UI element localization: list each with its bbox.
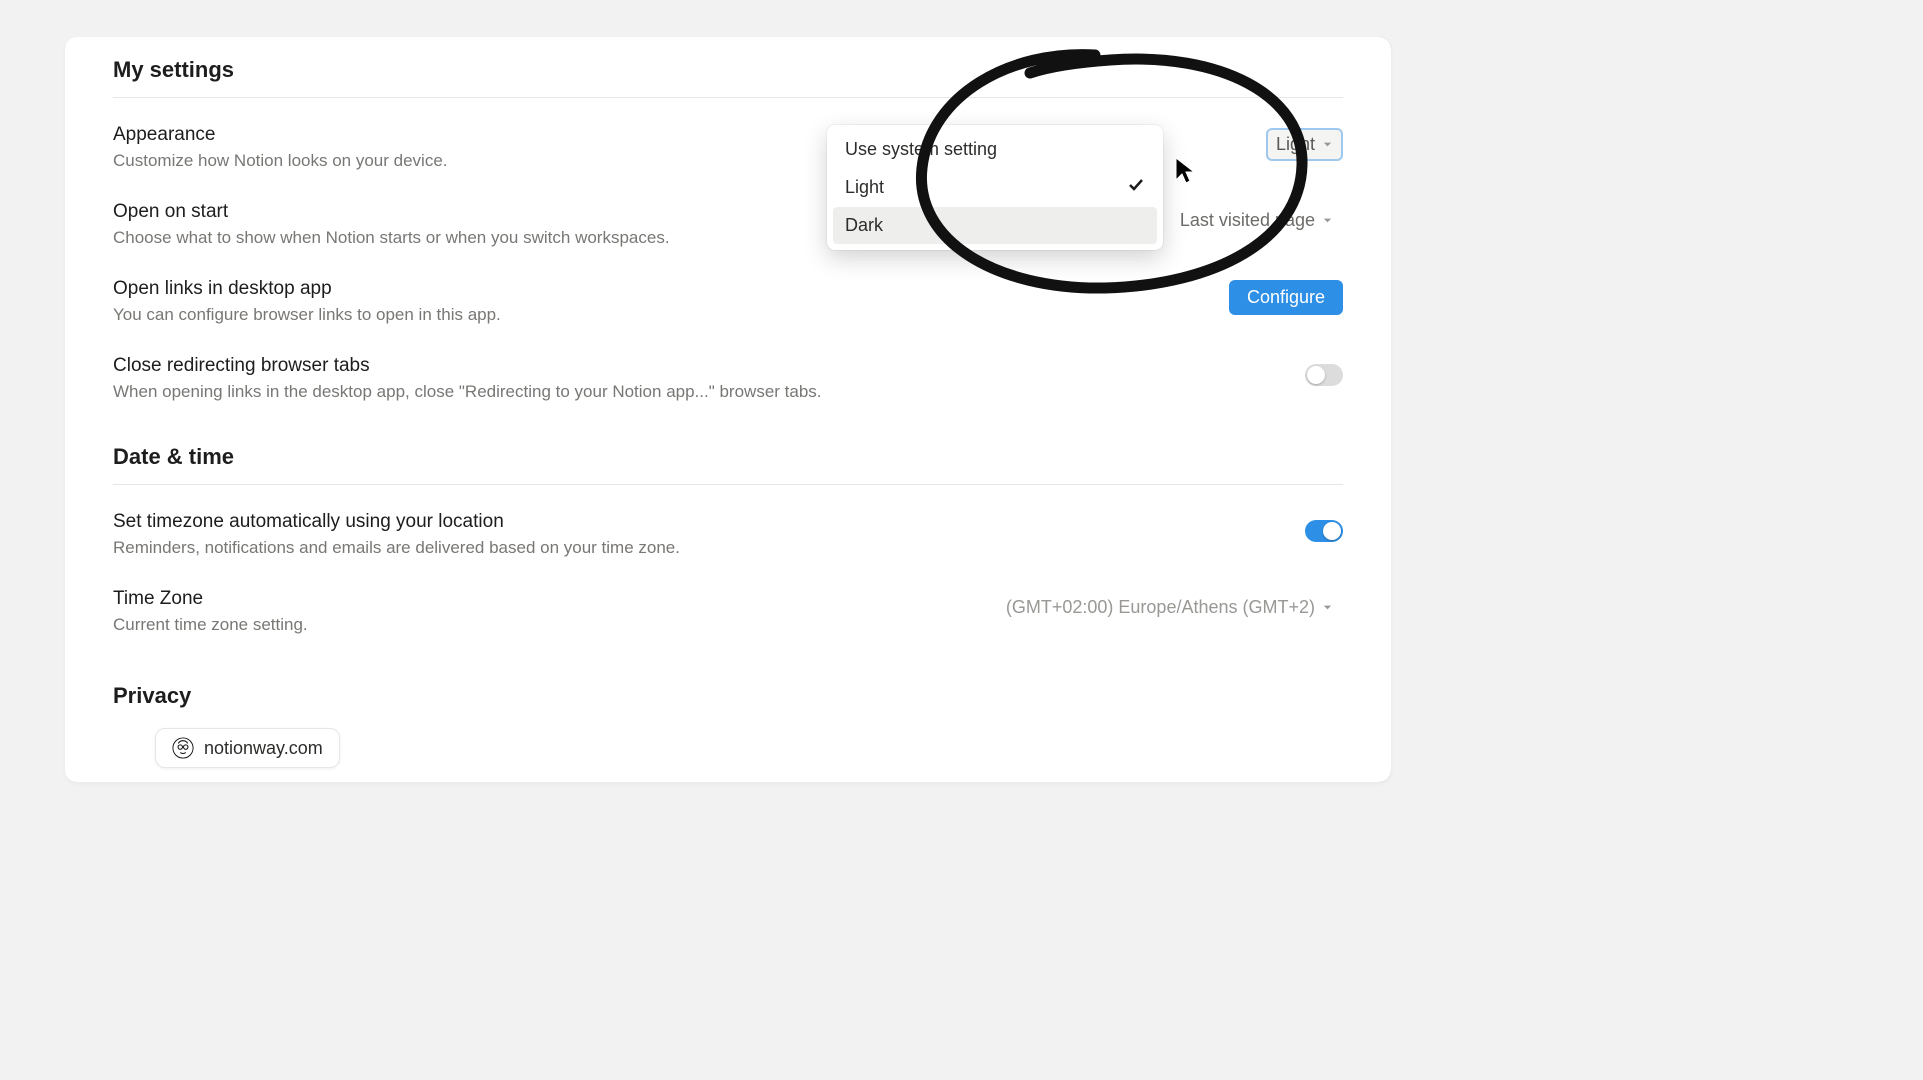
avatar-icon	[172, 737, 194, 759]
watermark-text: notionway.com	[204, 738, 323, 759]
appearance-option-dark[interactable]: Dark	[833, 207, 1157, 244]
close-redirecting-desc: When opening links in the desktop app, c…	[113, 381, 822, 404]
timezone-selected: (GMT+02:00) Europe/Athens (GMT+2)	[1006, 597, 1315, 618]
configure-button[interactable]: Configure	[1229, 280, 1343, 315]
divider	[113, 97, 1343, 98]
chevron-down-icon	[1321, 138, 1333, 150]
option-label: Use system setting	[845, 139, 997, 160]
option-label: Dark	[845, 215, 883, 236]
appearance-popover: Use system setting Light Dark	[827, 125, 1163, 250]
timezone-dropdown[interactable]: (GMT+02:00) Europe/Athens (GMT+2)	[996, 593, 1343, 622]
page-title: My settings	[113, 57, 1343, 83]
toggle-knob	[1323, 522, 1341, 540]
divider	[113, 484, 1343, 485]
row-auto-tz: Set timezone automatically using your lo…	[113, 511, 1343, 560]
open-on-start-dropdown[interactable]: Last visited page	[1170, 206, 1343, 235]
row-open-links-desktop: Open links in desktop app You can config…	[113, 278, 1343, 327]
auto-tz-label: Set timezone automatically using your lo…	[113, 511, 680, 533]
open-on-start-desc: Choose what to show when Notion starts o…	[113, 227, 670, 250]
settings-panel: My settings Appearance Customize how Not…	[65, 37, 1391, 782]
appearance-option-system[interactable]: Use system setting	[833, 131, 1157, 168]
chevron-down-icon	[1321, 215, 1333, 227]
chevron-down-icon	[1321, 602, 1333, 614]
toggle-knob	[1307, 366, 1325, 384]
section-title-datetime: Date & time	[113, 444, 1343, 470]
appearance-label: Appearance	[113, 124, 448, 146]
row-timezone: Time Zone Current time zone setting. (GM…	[113, 588, 1343, 637]
option-label: Light	[845, 177, 884, 198]
open-on-start-label: Open on start	[113, 201, 670, 223]
open-on-start-selected: Last visited page	[1180, 210, 1315, 231]
timezone-label: Time Zone	[113, 588, 308, 610]
appearance-selected: Light	[1276, 134, 1315, 155]
check-icon	[1127, 176, 1145, 199]
appearance-option-light[interactable]: Light	[833, 168, 1157, 207]
auto-tz-desc: Reminders, notifications and emails are …	[113, 537, 680, 560]
auto-tz-toggle[interactable]	[1305, 520, 1343, 542]
watermark-badge[interactable]: notionway.com	[155, 728, 340, 768]
appearance-desc: Customize how Notion looks on your devic…	[113, 150, 448, 173]
appearance-dropdown[interactable]: Light	[1266, 128, 1343, 161]
open-links-label: Open links in desktop app	[113, 278, 501, 300]
close-redirecting-label: Close redirecting browser tabs	[113, 355, 822, 377]
row-close-redirecting: Close redirecting browser tabs When open…	[113, 355, 1343, 404]
section-title-privacy: Privacy	[113, 683, 1343, 709]
timezone-desc: Current time zone setting.	[113, 614, 308, 637]
close-redirecting-toggle[interactable]	[1305, 364, 1343, 386]
open-links-desc: You can configure browser links to open …	[113, 304, 501, 327]
